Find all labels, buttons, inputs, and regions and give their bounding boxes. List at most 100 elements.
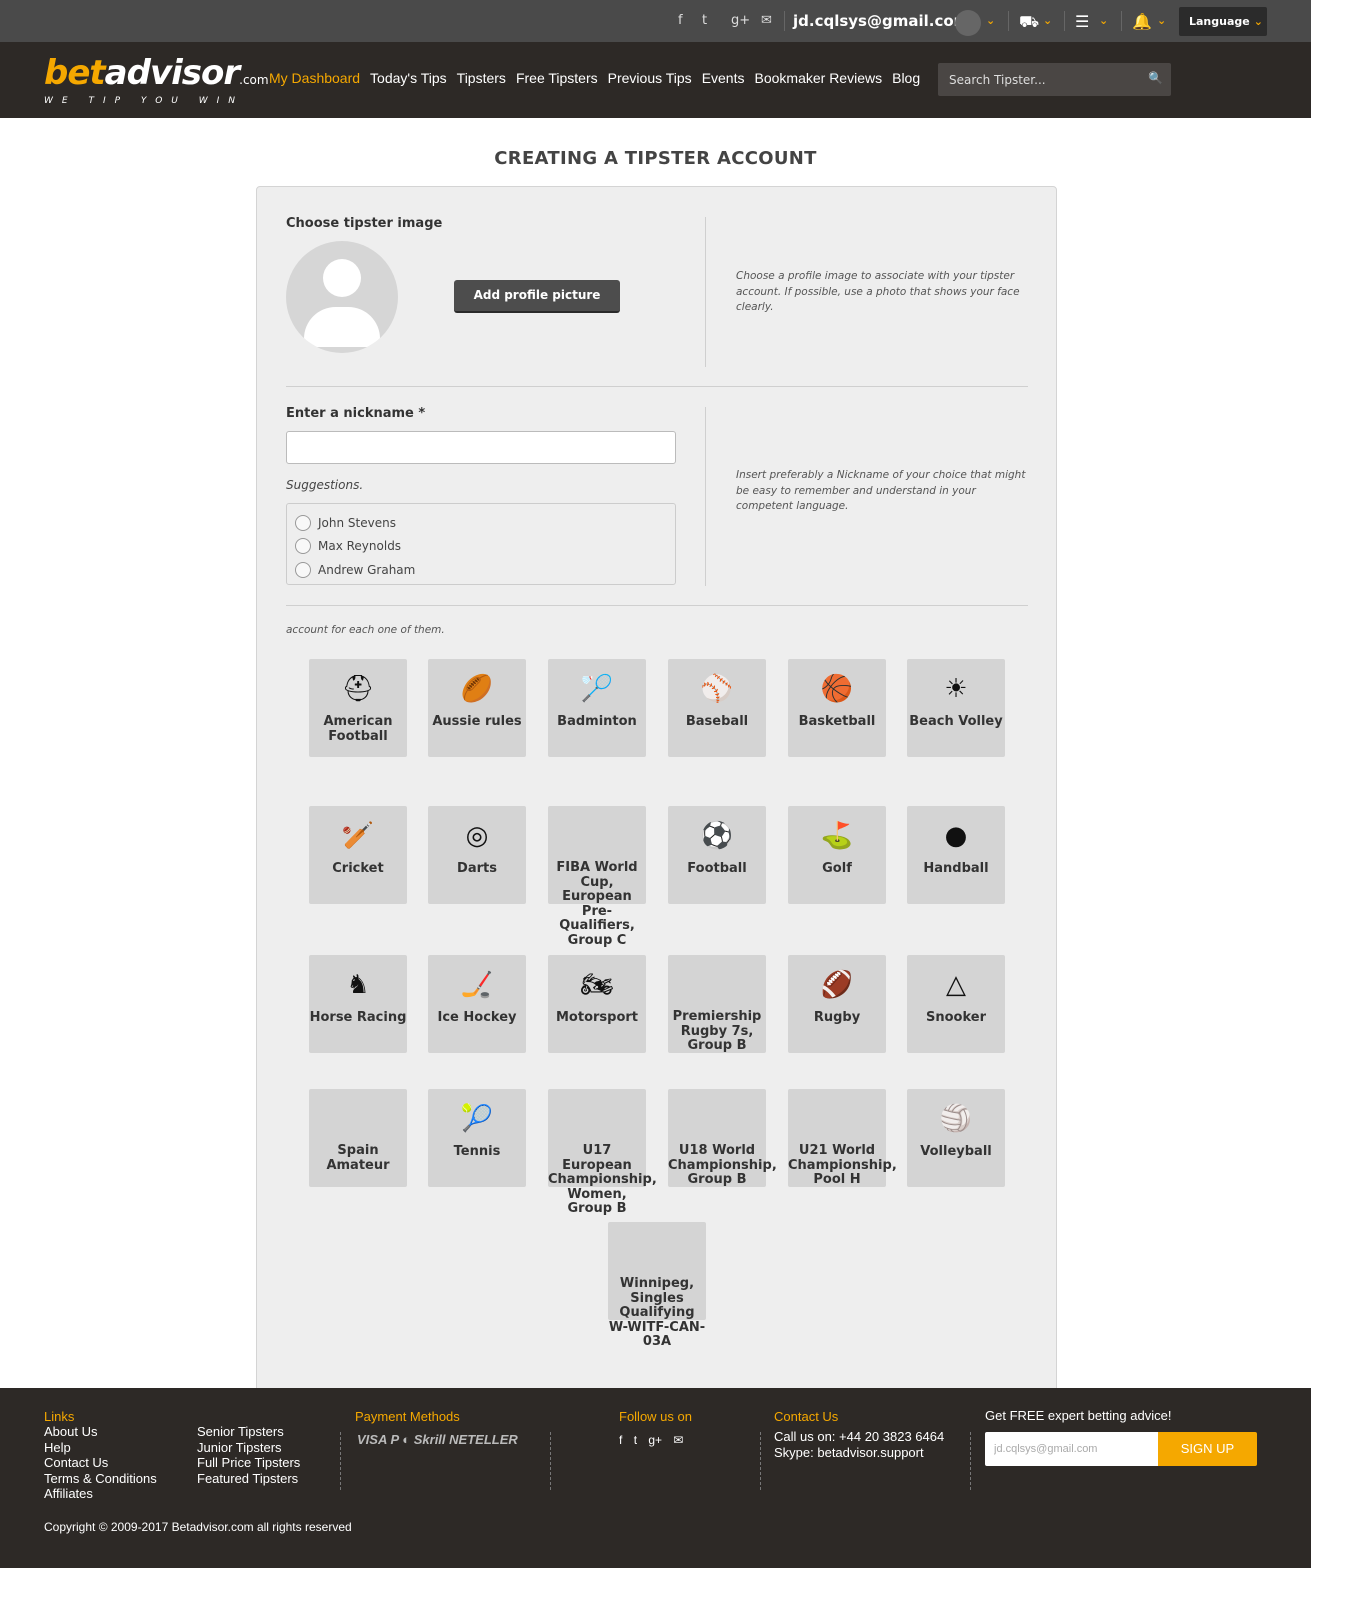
sport-tile-snooker[interactable]: △ Snooker bbox=[907, 955, 1005, 1053]
radio-button[interactable] bbox=[295, 561, 311, 578]
suggestion-label: John Stevens bbox=[318, 515, 396, 530]
divider bbox=[705, 217, 706, 367]
sport-name: Golf bbox=[822, 861, 852, 876]
sport-tile-beach-volley[interactable]: ☀ Beach Volley bbox=[907, 659, 1005, 757]
sport-tile-american-football[interactable]: ⛑ American Football bbox=[309, 659, 407, 757]
radio-button[interactable] bbox=[295, 538, 311, 555]
nav-blog[interactable]: Blog bbox=[892, 70, 920, 86]
footer-link-featured-tipsters[interactable]: Featured Tipsters bbox=[197, 1471, 300, 1487]
sport-tile-volleyball[interactable]: 🏐 Volleyball bbox=[907, 1089, 1005, 1187]
tipster-form-card: Choose tipster image Add profile picture… bbox=[256, 186, 1057, 1406]
mail-icon[interactable]: ✉ bbox=[761, 13, 772, 28]
sport-tile-cricket[interactable]: 🏏 Cricket bbox=[309, 806, 407, 904]
sport-tile-football[interactable]: ⚽ Football bbox=[668, 806, 766, 904]
search-icon[interactable]: 🔍 bbox=[1148, 71, 1163, 85]
betadvisor-logo[interactable]: betadvisor.com WE TIP YOU WIN bbox=[44, 55, 269, 106]
sport-tile-tennis[interactable]: 🎾 Tennis bbox=[428, 1089, 526, 1187]
suggestion-option[interactable]: Andrew Graham bbox=[287, 558, 675, 582]
language-dropdown[interactable]: Language ⌄ bbox=[1179, 7, 1267, 36]
sport-tile-rugby[interactable]: 🏈 Rugby bbox=[788, 955, 886, 1053]
chevron-down-icon[interactable]: ⌄ bbox=[1099, 14, 1108, 27]
nav-bookmaker-reviews[interactable]: Bookmaker Reviews bbox=[755, 70, 883, 86]
search-input[interactable] bbox=[938, 63, 1138, 96]
sport-tile-premiership-rugby-7s-group-b[interactable]: Premiership Rugby 7s, Group B bbox=[668, 955, 766, 1053]
chevron-down-icon[interactable]: ⌄ bbox=[1043, 14, 1052, 27]
sport-tile-ice-hockey[interactable]: 🏒 Ice Hockey bbox=[428, 955, 526, 1053]
sport-name: Motorsport bbox=[555, 1010, 639, 1025]
sport-tile-basketball[interactable]: 🏀 Basketball bbox=[788, 659, 886, 757]
user-avatar[interactable] bbox=[955, 10, 981, 36]
basketball-icon: 🏀 bbox=[820, 674, 854, 704]
suggestion-label: Max Reynolds bbox=[318, 539, 402, 554]
top-bar: f t g+ ✉ jd.cqlsys@gmail.com ⌄ ⛟ ⌄ ☰ ⌄ 🔔… bbox=[0, 0, 1311, 42]
sport-tile-badminton[interactable]: 🏸 Badminton bbox=[548, 659, 646, 757]
divider bbox=[1008, 11, 1009, 31]
sport-tile-darts[interactable]: ◎ Darts bbox=[428, 806, 526, 904]
football-icon: ⚽ bbox=[700, 821, 734, 851]
footer-link-terms[interactable]: Terms & Conditions bbox=[44, 1471, 157, 1487]
nav-tipsters[interactable]: Tipsters bbox=[457, 70, 506, 86]
sport-tile-golf[interactable]: ⛳ Golf bbox=[788, 806, 886, 904]
chevron-down-icon[interactable]: ⌄ bbox=[986, 14, 995, 27]
google-plus-icon[interactable]: g+ bbox=[731, 13, 750, 28]
payment-logos: VISA P ◐ Skrill NETELLER bbox=[357, 1432, 518, 1447]
footer-link-senior-tipsters[interactable]: Senior Tipsters bbox=[197, 1424, 300, 1440]
cart-icon[interactable]: ⛟ bbox=[1019, 12, 1039, 33]
sport-tile-aussie-rules[interactable]: 🏉 Aussie rules bbox=[428, 659, 526, 757]
facebook-icon[interactable]: f bbox=[678, 13, 683, 28]
sport-name: U18 World Championship, Group B bbox=[668, 1143, 777, 1188]
footer-link-affiliates[interactable]: Affiliates bbox=[44, 1486, 157, 1502]
chevron-down-icon[interactable]: ⌄ bbox=[1157, 14, 1166, 27]
bell-icon[interactable]: 🔔 bbox=[1132, 12, 1152, 31]
sport-name: Snooker bbox=[925, 1010, 986, 1025]
sign-up-button[interactable]: SIGN UP bbox=[1158, 1432, 1257, 1466]
suggestion-option[interactable]: John Stevens bbox=[287, 511, 675, 535]
facebook-icon[interactable]: f bbox=[619, 1433, 622, 1447]
sport-tile-winnipeg-singles-qualifying-w-witf-can-03a[interactable]: Winnipeg, Singles Qualifying W-WITF-CAN-… bbox=[608, 1222, 706, 1349]
sport-tile-horse-racing[interactable]: ♞ Horse Racing bbox=[309, 955, 407, 1053]
sport-name: Volleyball bbox=[920, 1144, 992, 1159]
add-profile-picture-button[interactable]: Add profile picture bbox=[454, 280, 620, 313]
follow-icons: f t g+ ✉ bbox=[619, 1433, 683, 1449]
nav-my-dashboard[interactable]: My Dashboard bbox=[269, 70, 360, 86]
footer-link-help[interactable]: Help bbox=[44, 1440, 157, 1456]
radio-button[interactable] bbox=[295, 514, 311, 531]
twitter-icon[interactable]: t bbox=[702, 13, 707, 28]
newsletter-email-input[interactable] bbox=[985, 1432, 1158, 1466]
sport-tile-handball[interactable]: ● Handball bbox=[907, 806, 1005, 904]
nav-events[interactable]: Events bbox=[702, 70, 745, 86]
sport-name: Cricket bbox=[332, 861, 384, 876]
sport-tile-u17-european-championship-women-group-b[interactable]: U17 European Championship, Women, Group … bbox=[548, 1089, 657, 1216]
settings-sliders-icon[interactable]: ☰ bbox=[1075, 12, 1089, 31]
tipster-search: 🔍 bbox=[938, 63, 1171, 96]
copyright: Copyright © 2009-2017 Betadvisor.com all… bbox=[44, 1520, 352, 1534]
mail-icon[interactable]: ✉ bbox=[673, 1433, 683, 1447]
suggestion-option[interactable]: Max Reynolds bbox=[287, 535, 675, 559]
avatar-head-shape bbox=[323, 259, 361, 297]
sport-tile-spain-amateur[interactable]: Spain Amateur bbox=[309, 1089, 407, 1187]
sport-tile-motorsport[interactable]: 🏍 Motorsport bbox=[548, 955, 646, 1053]
twitter-icon[interactable]: t bbox=[634, 1433, 637, 1447]
google-plus-icon[interactable]: g+ bbox=[648, 1433, 662, 1447]
nickname-label: Enter a nickname * bbox=[286, 406, 426, 421]
divider bbox=[286, 605, 1028, 606]
sport-tile-u21-world-championship-pool-h[interactable]: U21 World Championship, Pool H bbox=[788, 1089, 897, 1187]
sport-tile-baseball[interactable]: ⚾ Baseball bbox=[668, 659, 766, 757]
footer-link-contact-us[interactable]: Contact Us bbox=[44, 1455, 157, 1471]
footer-link-junior-tipsters[interactable]: Junior Tipsters bbox=[197, 1440, 300, 1456]
nav-free-tipsters[interactable]: Free Tipsters bbox=[516, 70, 598, 86]
shuttlecock-icon: 🏸 bbox=[580, 674, 614, 704]
footer-link-about-us[interactable]: About Us bbox=[44, 1424, 157, 1440]
profile-placeholder-avatar bbox=[286, 241, 398, 353]
image-help-text: Choose a profile image to associate with… bbox=[736, 270, 1020, 313]
sport-name: Badminton bbox=[557, 714, 637, 729]
aussie-ball-icon: 🏉 bbox=[460, 674, 494, 704]
sport-tile-fiba-world-cup-european-pre-qualifiers-group-c[interactable]: FIBA World Cup, European Pre-Qualifiers,… bbox=[548, 806, 646, 948]
user-email[interactable]: jd.cqlsys@gmail.com bbox=[793, 12, 969, 30]
sports-intro-text: account for each one of them. bbox=[286, 624, 445, 636]
nav-previous-tips[interactable]: Previous Tips bbox=[608, 70, 692, 86]
footer-link-full-price-tipsters[interactable]: Full Price Tipsters bbox=[197, 1455, 300, 1471]
sport-tile-u18-world-championship-group-b[interactable]: U18 World Championship, Group B bbox=[668, 1089, 777, 1188]
nav-todays-tips[interactable]: Today's Tips bbox=[370, 70, 447, 86]
nickname-input[interactable] bbox=[286, 431, 676, 464]
